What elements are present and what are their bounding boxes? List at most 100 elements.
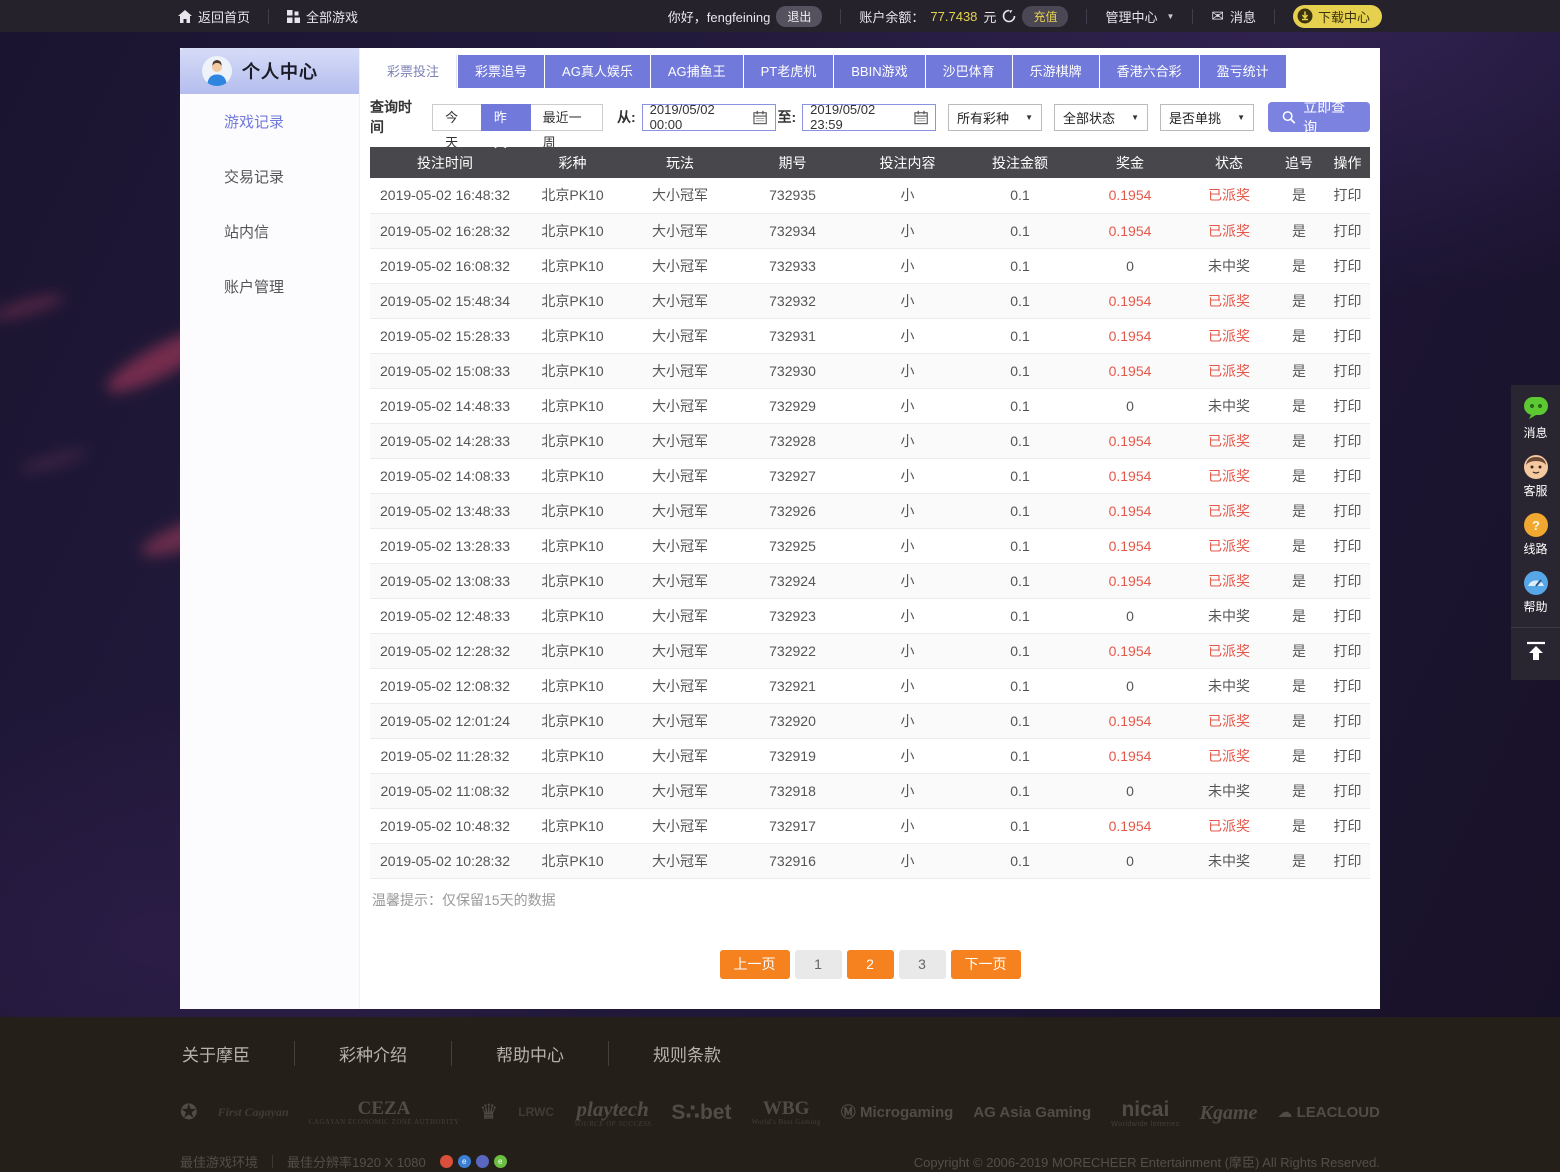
cell-bet-content: 小: [850, 633, 965, 668]
tab-bbin-games[interactable]: BBIN游戏: [834, 55, 924, 88]
to-date-value: 2019/05/02 23:59: [810, 102, 906, 132]
sidebar-item-site-mail[interactable]: 站内信: [180, 204, 359, 259]
cell-bet-amount: 0.1: [965, 423, 1075, 458]
footer: 关于摩臣彩种介绍帮助中心规则条款 ✪First CagayanCEZACAGAY…: [0, 1017, 1560, 1172]
tab-hk-lottery[interactable]: 香港六合彩: [1100, 55, 1199, 88]
download-center-button[interactable]: 下载中心: [1293, 5, 1382, 28]
best-environment-text: 最佳游戏环境: [180, 1152, 258, 1171]
footer-link[interactable]: 规则条款: [609, 1041, 765, 1066]
column-header: 投注内容: [850, 147, 965, 178]
tab-profit-stats[interactable]: 盈亏统计: [1200, 55, 1286, 88]
sidebar-item-transaction-records[interactable]: 交易记录: [180, 149, 359, 204]
cell-prize: 0: [1075, 843, 1185, 878]
cell-bet-amount: 0.1: [965, 633, 1075, 668]
cell-print-action[interactable]: 打印: [1325, 458, 1370, 493]
cell-bet-content: 小: [850, 843, 965, 878]
table-row: 2019-05-02 13:08:33北京PK10大小冠军732924小0.10…: [370, 563, 1370, 598]
sidebar-title: 个人中心: [242, 58, 318, 84]
recharge-button[interactable]: 充值: [1022, 6, 1068, 27]
cell-play-type: 大小冠军: [625, 598, 735, 633]
tab-lottery-chase[interactable]: 彩票追号: [458, 55, 544, 88]
float-item-label: 客服: [1511, 482, 1560, 499]
cell-print-action[interactable]: 打印: [1325, 528, 1370, 563]
cell-print-action[interactable]: 打印: [1325, 773, 1370, 808]
cell-chase: 是: [1273, 563, 1325, 598]
back-to-top-button[interactable]: [1511, 627, 1560, 680]
cell-print-action[interactable]: 打印: [1325, 353, 1370, 388]
lottery-type-select[interactable]: 所有彩种▼: [948, 104, 1042, 131]
float-item-message[interactable]: 消息: [1511, 390, 1560, 448]
cell-lottery-type: 北京PK10: [520, 808, 625, 843]
cell-print-action[interactable]: 打印: [1325, 213, 1370, 248]
footer-link[interactable]: 帮助中心: [452, 1041, 609, 1066]
sidebar-item-account-management[interactable]: 账户管理: [180, 259, 359, 314]
cell-print-action[interactable]: 打印: [1325, 388, 1370, 423]
cell-print-action[interactable]: 打印: [1325, 318, 1370, 353]
search-button[interactable]: 立即查询: [1268, 102, 1370, 132]
table-row: 2019-05-02 16:28:32北京PK10大小冠军732934小0.10…: [370, 213, 1370, 248]
from-date-input[interactable]: 2019/05/02 00:00: [642, 104, 776, 131]
cell-bet-amount: 0.1: [965, 353, 1075, 388]
single-pick-select[interactable]: 是否单挑▼: [1160, 104, 1254, 131]
playtech-logo-subtext: SOURCE OF SUCCESS: [574, 1121, 651, 1129]
footer-link[interactable]: 关于摩臣: [180, 1041, 295, 1066]
float-item-service[interactable]: 客服: [1511, 448, 1560, 506]
footer-link[interactable]: 彩种介绍: [295, 1041, 452, 1066]
home-link[interactable]: 返回首页: [178, 7, 250, 26]
tab-pt-slots[interactable]: PT老虎机: [744, 55, 834, 88]
cell-chase: 是: [1273, 213, 1325, 248]
tab-lottery-bet[interactable]: 彩票投注: [370, 55, 457, 88]
all-games-link[interactable]: 全部游戏: [287, 7, 358, 26]
cell-issue-number: 732919: [735, 738, 850, 773]
refresh-icon[interactable]: [1002, 9, 1016, 23]
cell-print-action[interactable]: 打印: [1325, 738, 1370, 773]
sidebar-item-game-records[interactable]: 游戏记录: [180, 94, 359, 149]
cell-print-action[interactable]: 打印: [1325, 703, 1370, 738]
prev-page-button[interactable]: 上一页: [720, 950, 790, 979]
column-header: 投注金额: [965, 147, 1075, 178]
cell-issue-number: 732928: [735, 423, 850, 458]
cell-issue-number: 732925: [735, 528, 850, 563]
cell-lottery-type: 北京PK10: [520, 213, 625, 248]
cell-issue-number: 732918: [735, 773, 850, 808]
tab-saba-sports[interactable]: 沙巴体育: [926, 55, 1012, 88]
quick-filter-yesterday[interactable]: 昨天: [481, 104, 531, 131]
page-button-2[interactable]: 2: [847, 950, 894, 979]
cell-bet-time: 2019-05-02 16:28:32: [370, 213, 520, 248]
admin-center-menu[interactable]: 管理中心 ▼: [1105, 7, 1174, 26]
cell-chase: 是: [1273, 318, 1325, 353]
cell-print-action[interactable]: 打印: [1325, 598, 1370, 633]
tab-ag-live[interactable]: AG真人娱乐: [545, 55, 650, 88]
float-item-line[interactable]: ?线路: [1511, 506, 1560, 564]
quick-filter-today[interactable]: 今天: [432, 104, 482, 131]
cell-print-action[interactable]: 打印: [1325, 178, 1370, 213]
cell-print-action[interactable]: 打印: [1325, 423, 1370, 458]
quick-filter-last-week[interactable]: 最近一周: [530, 104, 603, 131]
cell-print-action[interactable]: 打印: [1325, 808, 1370, 843]
cell-lottery-type: 北京PK10: [520, 668, 625, 703]
cell-issue-number: 732923: [735, 598, 850, 633]
to-date-input[interactable]: 2019/05/02 23:59: [802, 104, 936, 131]
logout-button[interactable]: 退出: [776, 6, 822, 27]
cell-bet-time: 2019-05-02 13:28:33: [370, 528, 520, 563]
footer-links: 关于摩臣彩种介绍帮助中心规则条款: [180, 1041, 1380, 1066]
float-item-help[interactable]: 帮助: [1511, 564, 1560, 622]
cell-print-action[interactable]: 打印: [1325, 283, 1370, 318]
cell-print-action[interactable]: 打印: [1325, 633, 1370, 668]
cell-print-action[interactable]: 打印: [1325, 563, 1370, 598]
messages-link[interactable]: ✉ 消息: [1211, 7, 1256, 26]
cell-print-action[interactable]: 打印: [1325, 843, 1370, 878]
cell-print-action[interactable]: 打印: [1325, 493, 1370, 528]
next-page-button[interactable]: 下一页: [951, 950, 1021, 979]
cell-print-action[interactable]: 打印: [1325, 668, 1370, 703]
page-button-3[interactable]: 3: [899, 950, 946, 979]
status-select[interactable]: 全部状态▼: [1054, 104, 1148, 131]
tab-ag-fishing[interactable]: AG捕鱼王: [651, 55, 743, 88]
cell-issue-number: 732934: [735, 213, 850, 248]
cell-print-action[interactable]: 打印: [1325, 248, 1370, 283]
cell-play-type: 大小冠军: [625, 178, 735, 213]
cell-bet-time: 2019-05-02 16:08:32: [370, 248, 520, 283]
page-button-1[interactable]: 1: [795, 950, 842, 979]
tab-leyou-chess[interactable]: 乐游棋牌: [1013, 55, 1099, 88]
partner-logos: ✪First CagayanCEZACAGAYAN ECONOMIC ZONE …: [180, 1098, 1380, 1129]
